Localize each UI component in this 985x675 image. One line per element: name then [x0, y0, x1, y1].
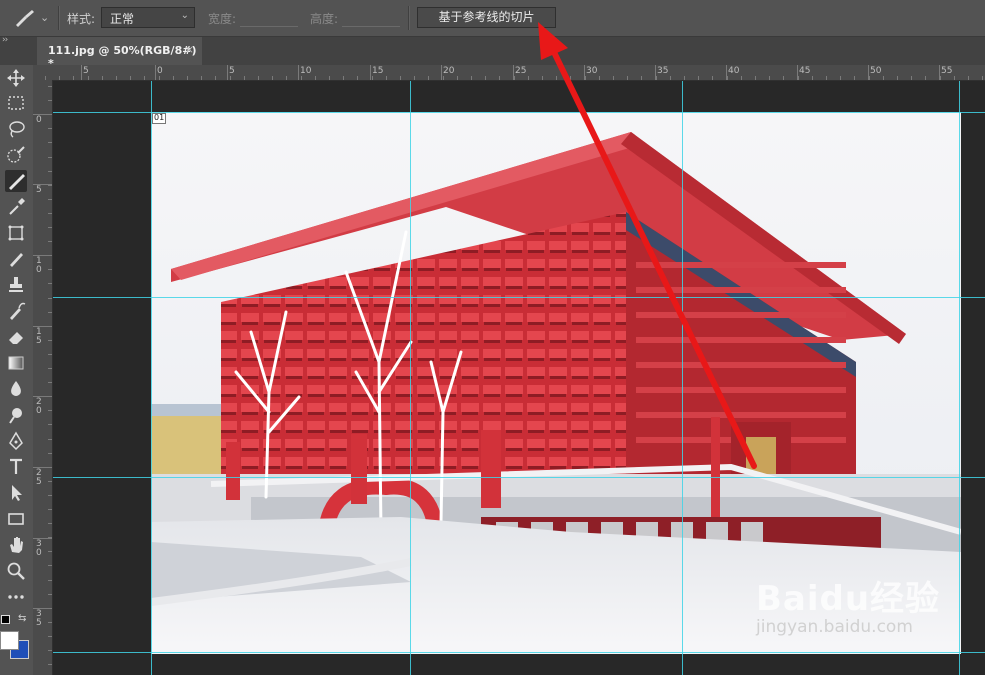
annotation-arrow	[538, 22, 757, 469]
